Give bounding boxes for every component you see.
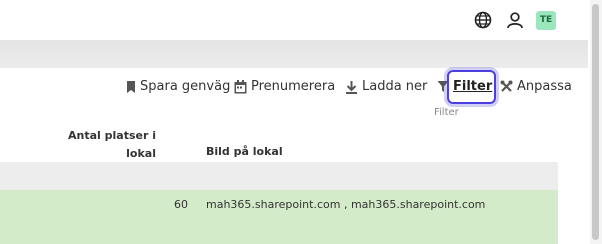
tools-icon <box>500 80 513 93</box>
header-divider <box>0 40 588 68</box>
save-shortcut-label: Spara genväg <box>140 79 231 94</box>
avatar[interactable]: TE <box>536 10 556 30</box>
user-icon[interactable] <box>504 9 526 31</box>
calendar-icon <box>234 79 247 94</box>
save-shortcut-button[interactable]: Spara genväg <box>126 79 230 94</box>
customize-label: Anpassa <box>517 79 572 94</box>
customize-button[interactable]: Anpassa <box>500 79 572 94</box>
top-icons: TE <box>472 9 556 31</box>
table-header: Antal platser i lokal Bild på lokal <box>0 118 558 163</box>
column-header-seats[interactable]: Antal platser i lokal <box>36 127 156 163</box>
subscribe-button[interactable]: Prenumerera <box>234 79 335 94</box>
column-header-image[interactable]: Bild på lokal <box>206 145 283 158</box>
group-row <box>0 162 558 190</box>
filter-focus-ring <box>447 70 496 104</box>
scrollbar-thumb[interactable] <box>592 4 599 240</box>
top-bar: TE <box>0 0 588 68</box>
subscribe-label: Prenumerera <box>251 79 336 94</box>
cell-seats: 60 <box>174 198 188 211</box>
table-row[interactable]: 60 mah365.sharepoint.com , mah365.sharep… <box>0 190 558 244</box>
column-header-seats-line1: Antal platser i <box>68 129 156 142</box>
download-label: Ladda ner <box>362 79 428 94</box>
download-icon <box>345 80 358 94</box>
globe-icon[interactable] <box>472 9 494 31</box>
bookmark-icon <box>126 80 136 94</box>
cell-image-links[interactable]: mah365.sharepoint.com , mah365.sharepoin… <box>206 198 485 211</box>
column-header-seats-line2: lokal <box>126 147 156 160</box>
filter-tooltip: Filter <box>434 107 459 118</box>
toolbar: Spara genväg Prenumerera Ladda ner Filte… <box>0 68 588 108</box>
download-button[interactable]: Ladda ner <box>345 79 427 94</box>
